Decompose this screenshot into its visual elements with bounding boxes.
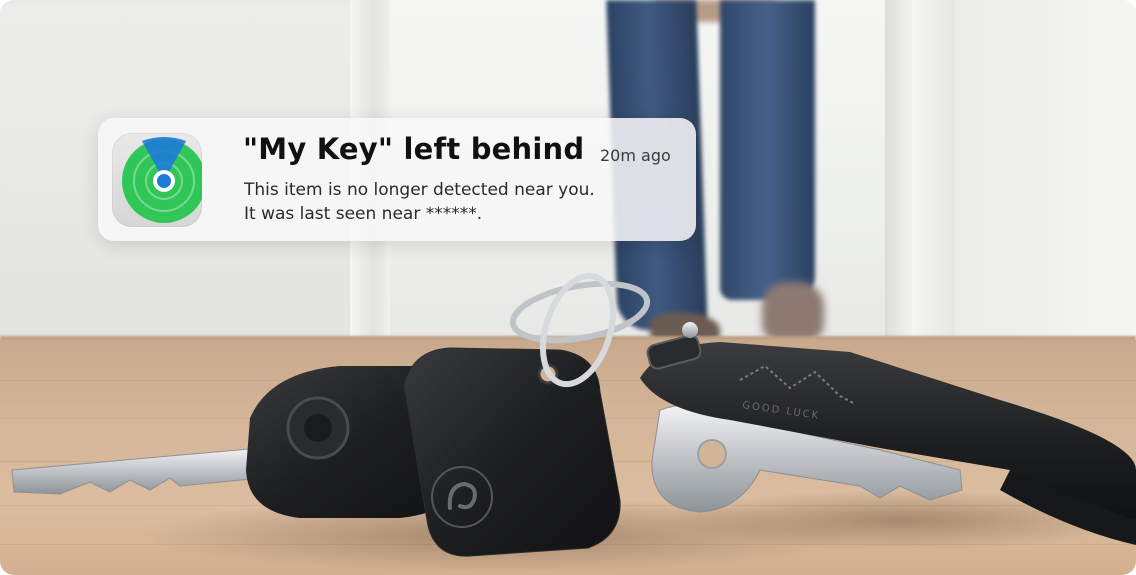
lost-item-notification[interactable]: "My Key" left behind 20m ago This item i…: [98, 118, 696, 241]
car-key-blade: [11, 447, 263, 495]
find-my-app-icon: [112, 133, 202, 227]
product-photo-scene: GOOD LUCK "My Key" left behind 20m ago T…: [0, 0, 1136, 575]
notification-body-line-1: This item is no longer detected near you…: [244, 180, 595, 200]
notification-title: "My Key" left behind: [243, 132, 585, 166]
keychain-illustration: GOOD LUCK: [11, 272, 1136, 573]
find-my-radar-icon: [122, 137, 202, 223]
notification-body-line-2: It was last seen near ******.: [244, 204, 483, 224]
split-ring-back: [509, 280, 651, 344]
notification-timestamp: 20m ago: [600, 146, 671, 165]
notification-body: This item is no longer detected near you…: [244, 178, 595, 226]
tracker-tag: [403, 347, 621, 557]
